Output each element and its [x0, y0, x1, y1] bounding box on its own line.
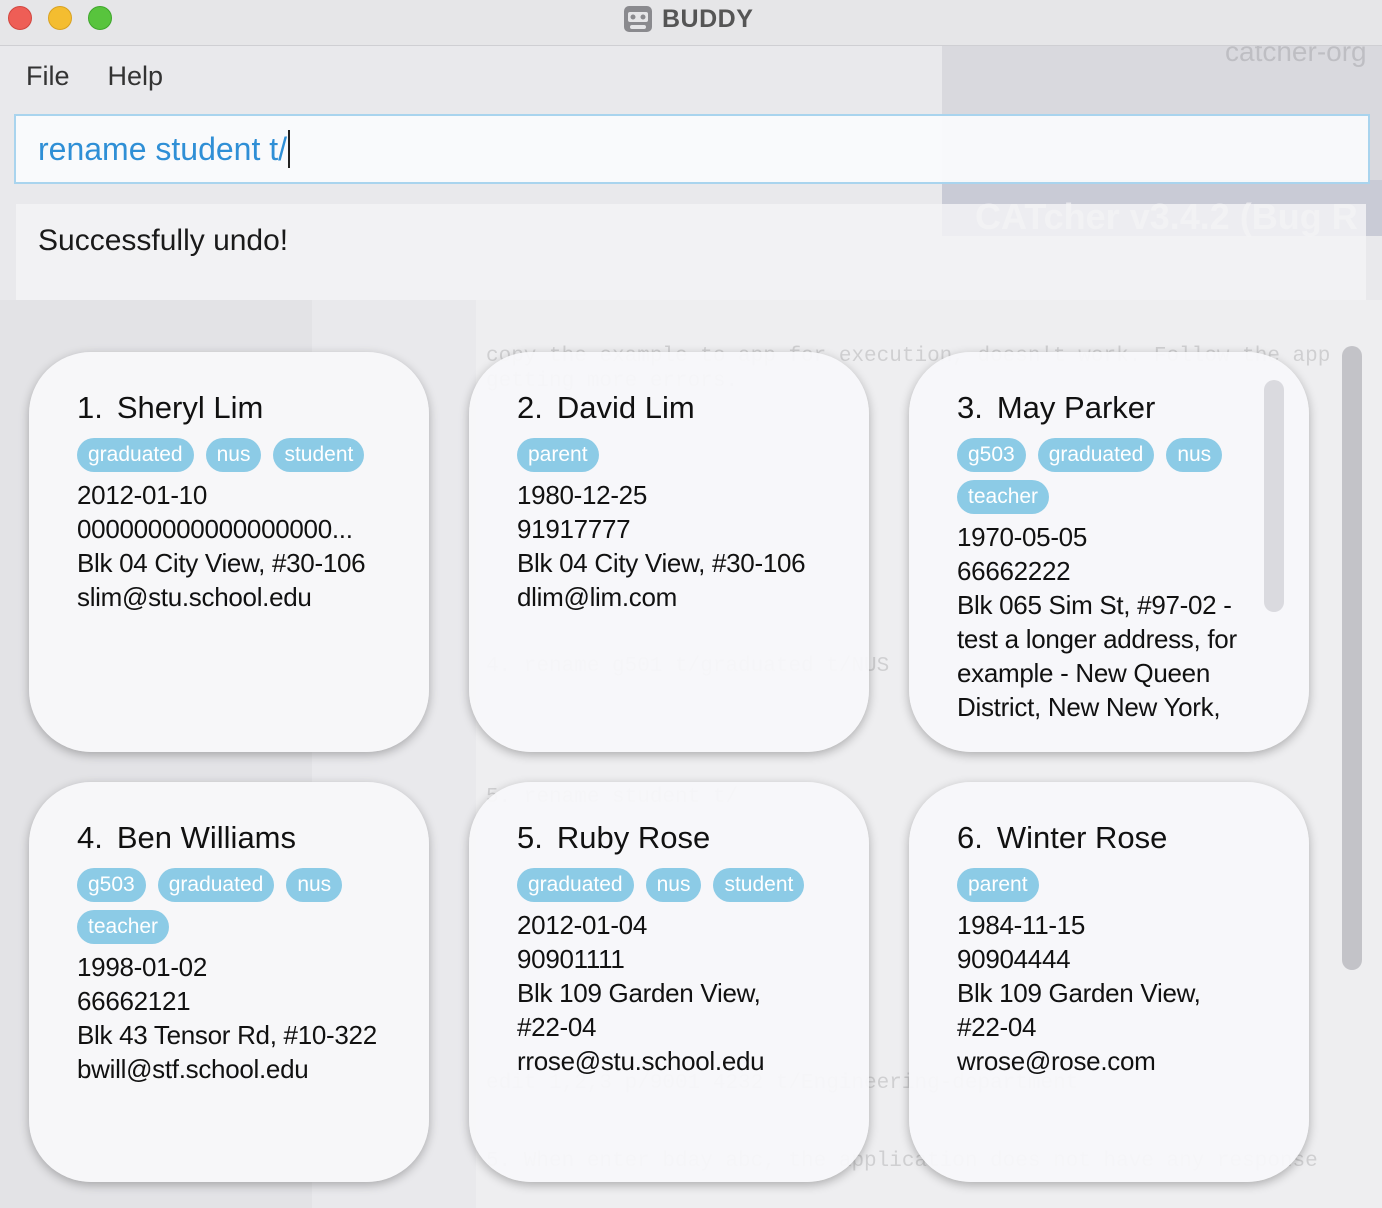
person-birthday: 2012-01-10: [77, 480, 207, 510]
tag: graduated: [77, 438, 194, 472]
tag: g503: [957, 438, 1026, 472]
person-card-header: 5. Ruby Rose: [517, 820, 869, 860]
person-card[interactable]: 4. Ben Williams g503 graduated nus teach…: [29, 782, 429, 1182]
person-name: Sheryl Lim: [116, 390, 264, 425]
person-card-header: 6. Winter Rose: [957, 820, 1309, 860]
person-address: Blk 43 Tensor Rd, #10-322: [77, 1020, 377, 1050]
minimize-window-button[interactable]: [48, 6, 72, 30]
person-name: Ben Williams: [116, 820, 297, 855]
person-name: David Lim: [556, 390, 695, 425]
person-address: Blk 109 Garden View, #22-04: [957, 978, 1201, 1042]
person-phone: 66662222: [957, 556, 1071, 586]
tag-list: graduated nus student: [517, 868, 827, 902]
person-birthday: 1998-01-02: [77, 952, 207, 982]
person-card[interactable]: 1. Sheryl Lim graduated nus student 2012…: [29, 352, 429, 752]
tag-list: graduated nus student: [77, 438, 387, 472]
person-card[interactable]: 6. Winter Rose parent 1984-11-15 9090444…: [909, 782, 1309, 1182]
person-index: 3.: [957, 390, 983, 425]
tag: graduated: [517, 868, 634, 902]
person-email: wrose@rose.com: [957, 1046, 1156, 1076]
text-caret: [288, 130, 291, 168]
tag: parent: [517, 438, 599, 472]
person-birthday: 1980-12-25: [517, 480, 647, 510]
person-card[interactable]: 5. Ruby Rose graduated nus student 2012-…: [469, 782, 869, 1182]
person-card[interactable]: 3. May Parker g503 graduated nus teacher…: [909, 352, 1309, 752]
tag: student: [273, 438, 365, 472]
tag: nus: [286, 868, 343, 902]
person-email: rrose@stu.school.edu: [517, 1046, 765, 1076]
tag: parent: [957, 868, 1039, 902]
tag: teacher: [957, 480, 1050, 514]
tag-list: g503 graduated nus teacher: [957, 438, 1267, 514]
card-scrollbar[interactable]: [1264, 380, 1284, 612]
window-title-text: BUDDY: [662, 4, 754, 33]
menu-file[interactable]: File: [26, 61, 70, 92]
person-phone: 000000000000000000...: [77, 514, 353, 544]
title-bar: BUDDY: [0, 0, 1382, 46]
command-input-text: rename student t/: [38, 130, 288, 167]
person-name: May Parker: [996, 390, 1156, 425]
tag-list: parent: [957, 868, 1267, 902]
result-message: Successfully undo!: [38, 224, 289, 257]
person-name: Winter Rose: [996, 820, 1168, 855]
person-address: Blk 04 City View, #30-106: [517, 548, 806, 578]
person-birthday: 1984-11-15: [957, 910, 1086, 940]
person-index: 2.: [517, 390, 543, 425]
person-card-header: 3. May Parker: [957, 390, 1309, 430]
tag: graduated: [157, 868, 275, 902]
person-email: bwill@stf.school.edu: [77, 1054, 309, 1084]
person-email: dlim@lim.com: [517, 582, 678, 612]
person-index: 6.: [957, 820, 983, 855]
tag: g503: [77, 868, 146, 902]
person-address: Blk 109 Garden View, #22-04: [517, 978, 761, 1042]
person-card[interactable]: 2. David Lim parent 1980-12-25 91917777 …: [469, 352, 869, 752]
address-book-icon: [622, 4, 654, 34]
menu-help[interactable]: Help: [108, 61, 164, 92]
person-address: Blk 04 City View, #30-106: [77, 548, 366, 578]
person-phone: 91917777: [517, 514, 631, 544]
person-index: 5.: [517, 820, 543, 855]
person-index: 4.: [77, 820, 103, 855]
command-input[interactable]: rename student t/: [14, 114, 1370, 184]
menu-bar: File Help: [0, 47, 1382, 105]
tag-list: g503 graduated nus teacher: [77, 868, 387, 944]
person-phone: 90904444: [957, 944, 1071, 974]
person-birthday: 1970-05-05: [957, 522, 1087, 552]
tag: student: [713, 868, 805, 902]
person-phone: 66662121: [77, 986, 191, 1016]
tag: nus: [205, 438, 262, 472]
close-window-button[interactable]: [8, 6, 32, 30]
person-list-scrollbar-thumb[interactable]: [1342, 346, 1362, 970]
tag: graduated: [1037, 438, 1155, 472]
window-title: BUDDY: [622, 2, 753, 36]
person-card-header: 1. Sheryl Lim: [77, 390, 429, 430]
tag-list: parent: [517, 438, 827, 472]
tag: teacher: [77, 910, 170, 944]
result-display: Successfully undo!: [16, 204, 1366, 300]
tag: nus: [645, 868, 702, 902]
person-phone: 90901111: [517, 944, 625, 974]
person-card-header: 4. Ben Williams: [77, 820, 429, 860]
person-name: Ruby Rose: [556, 820, 711, 855]
tag: nus: [1166, 438, 1223, 472]
person-index: 1.: [77, 390, 103, 425]
maximize-window-button[interactable]: [88, 6, 112, 30]
person-email: slim@stu.school.edu: [77, 582, 312, 612]
person-card-header: 2. David Lim: [517, 390, 869, 430]
person-birthday: 2012-01-04: [517, 910, 647, 940]
person-address: Blk 065 Sim St, #97-02 - test a longer a…: [957, 590, 1237, 722]
